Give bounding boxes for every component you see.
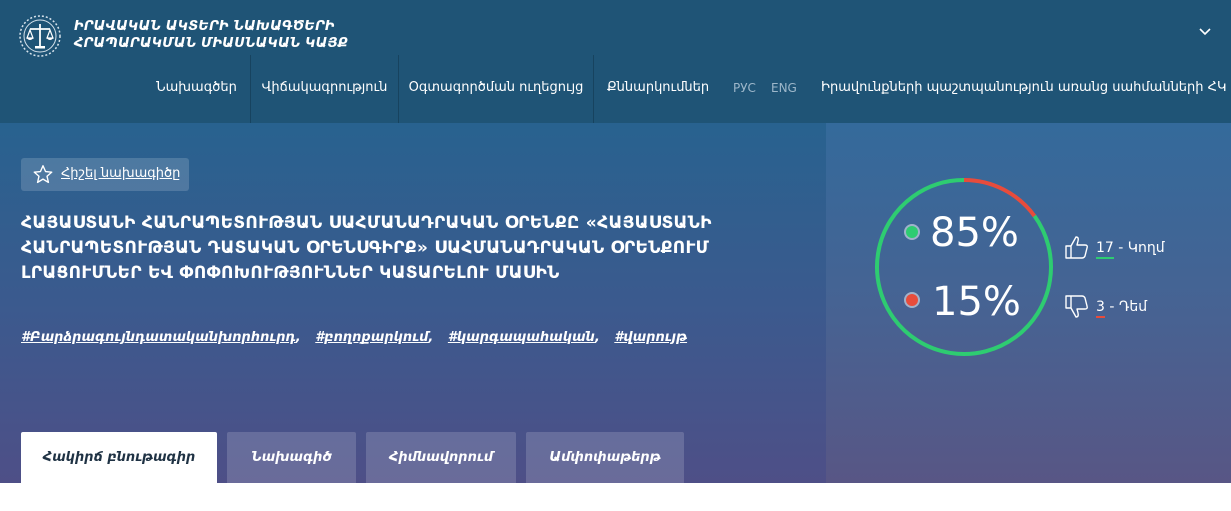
- brand-line-1: ԻՐԱՎԱԿԱՆ ԱԿՏԵՐԻ ՆԱԽԱԳԾԵՐԻ: [74, 19, 335, 34]
- lang-en-link[interactable]: ENG: [771, 55, 797, 123]
- content-area: [0, 483, 1231, 511]
- vote-ratio-ring: [875, 178, 1053, 356]
- tab-summary[interactable]: Հակիրճ բնութագիր: [21, 432, 217, 483]
- hrc-partner-link[interactable]: Իրավունքների պաշտպանություն առանց սահման…: [821, 55, 1226, 123]
- tab-digest[interactable]: Ամփոփաթերթ: [526, 432, 684, 483]
- yes-count: 17: [1096, 240, 1114, 256]
- thumbs-down-icon[interactable]: [1064, 294, 1090, 320]
- thumbs-up-icon[interactable]: [1064, 234, 1090, 260]
- yes-label: - Կողմ: [1113, 240, 1165, 256]
- scales-of-justice-emblem-icon[interactable]: [18, 14, 62, 58]
- no-dot: [906, 294, 918, 306]
- main-nav: Նախագծեր Վիճակագրություն Օգտագործման ուղ…: [143, 55, 1231, 123]
- star-icon: [33, 165, 53, 184]
- chevron-down-icon[interactable]: [1198, 27, 1212, 37]
- nav-item-statistics[interactable]: Վիճակագրություն: [251, 55, 398, 123]
- vote-no[interactable]: 3 - Դեմ: [1096, 298, 1147, 316]
- tag-link[interactable]: #վարույթ: [614, 330, 687, 345]
- no-percentage: 15%: [932, 279, 1021, 325]
- lang-ru-link[interactable]: РУС: [733, 55, 756, 123]
- tag-link[interactable]: #բողոքարկում: [315, 330, 428, 345]
- ring-yes-arc: [875, 178, 1053, 356]
- project-title: ՀԱՅԱՍՏԱՆԻ ՀԱՆՐԱՊԵՏՈՒԹՅԱՆ ՍԱՀՄԱՆԱԴՐԱԿԱՆ Օ…: [21, 213, 712, 283]
- nav-item-user-guide[interactable]: Օգտագործման ուղեցույց: [399, 55, 593, 123]
- nav-item-projects[interactable]: Նախագծեր: [143, 55, 250, 123]
- remember-project-button[interactable]: Հիշել նախագիծը: [21, 158, 189, 191]
- yes-dot: [906, 226, 918, 238]
- remember-project-label: Հիշել նախագիծը: [61, 166, 181, 181]
- tab-justification[interactable]: Հիմնավորում: [366, 432, 516, 483]
- no-label: - Դեմ: [1104, 299, 1148, 315]
- tag-link[interactable]: #կարգապահական: [448, 330, 595, 345]
- brand-line-2: ՀՐԱՊԱՐԱԿՄԱՆ ՄԻԱՍՆԱԿԱՆ ԿԱՅՔ: [74, 36, 349, 51]
- yes-percentage: 85%: [930, 210, 1019, 256]
- site-header: ԻՐԱՎԱԿԱՆ ԱԿՏԵՐԻ ՆԱԽԱԳԾԵՐԻ ՀՐԱՊԱՐԱԿՄԱՆ ՄԻ…: [0, 0, 1231, 123]
- project-tags: #Բարձրագույնդատականխորհուրդ, #բողոքարկու…: [21, 330, 688, 345]
- site-brand-text[interactable]: ԻՐԱՎԱԿԱՆ ԱԿՏԵՐԻ ՆԱԽԱԳԾԵՐԻ ՀՐԱՊԱՐԱԿՄԱՆ ՄԻ…: [74, 18, 348, 52]
- vote-yes[interactable]: 17 - Կողմ: [1096, 239, 1165, 257]
- no-count: 3: [1096, 299, 1105, 315]
- tab-draft[interactable]: Նախագիծ: [227, 432, 356, 483]
- tag-link[interactable]: #Բարձրագույնդատականխորհուրդ: [21, 330, 296, 345]
- nav-item-discussions[interactable]: Քննարկումներ: [594, 55, 722, 123]
